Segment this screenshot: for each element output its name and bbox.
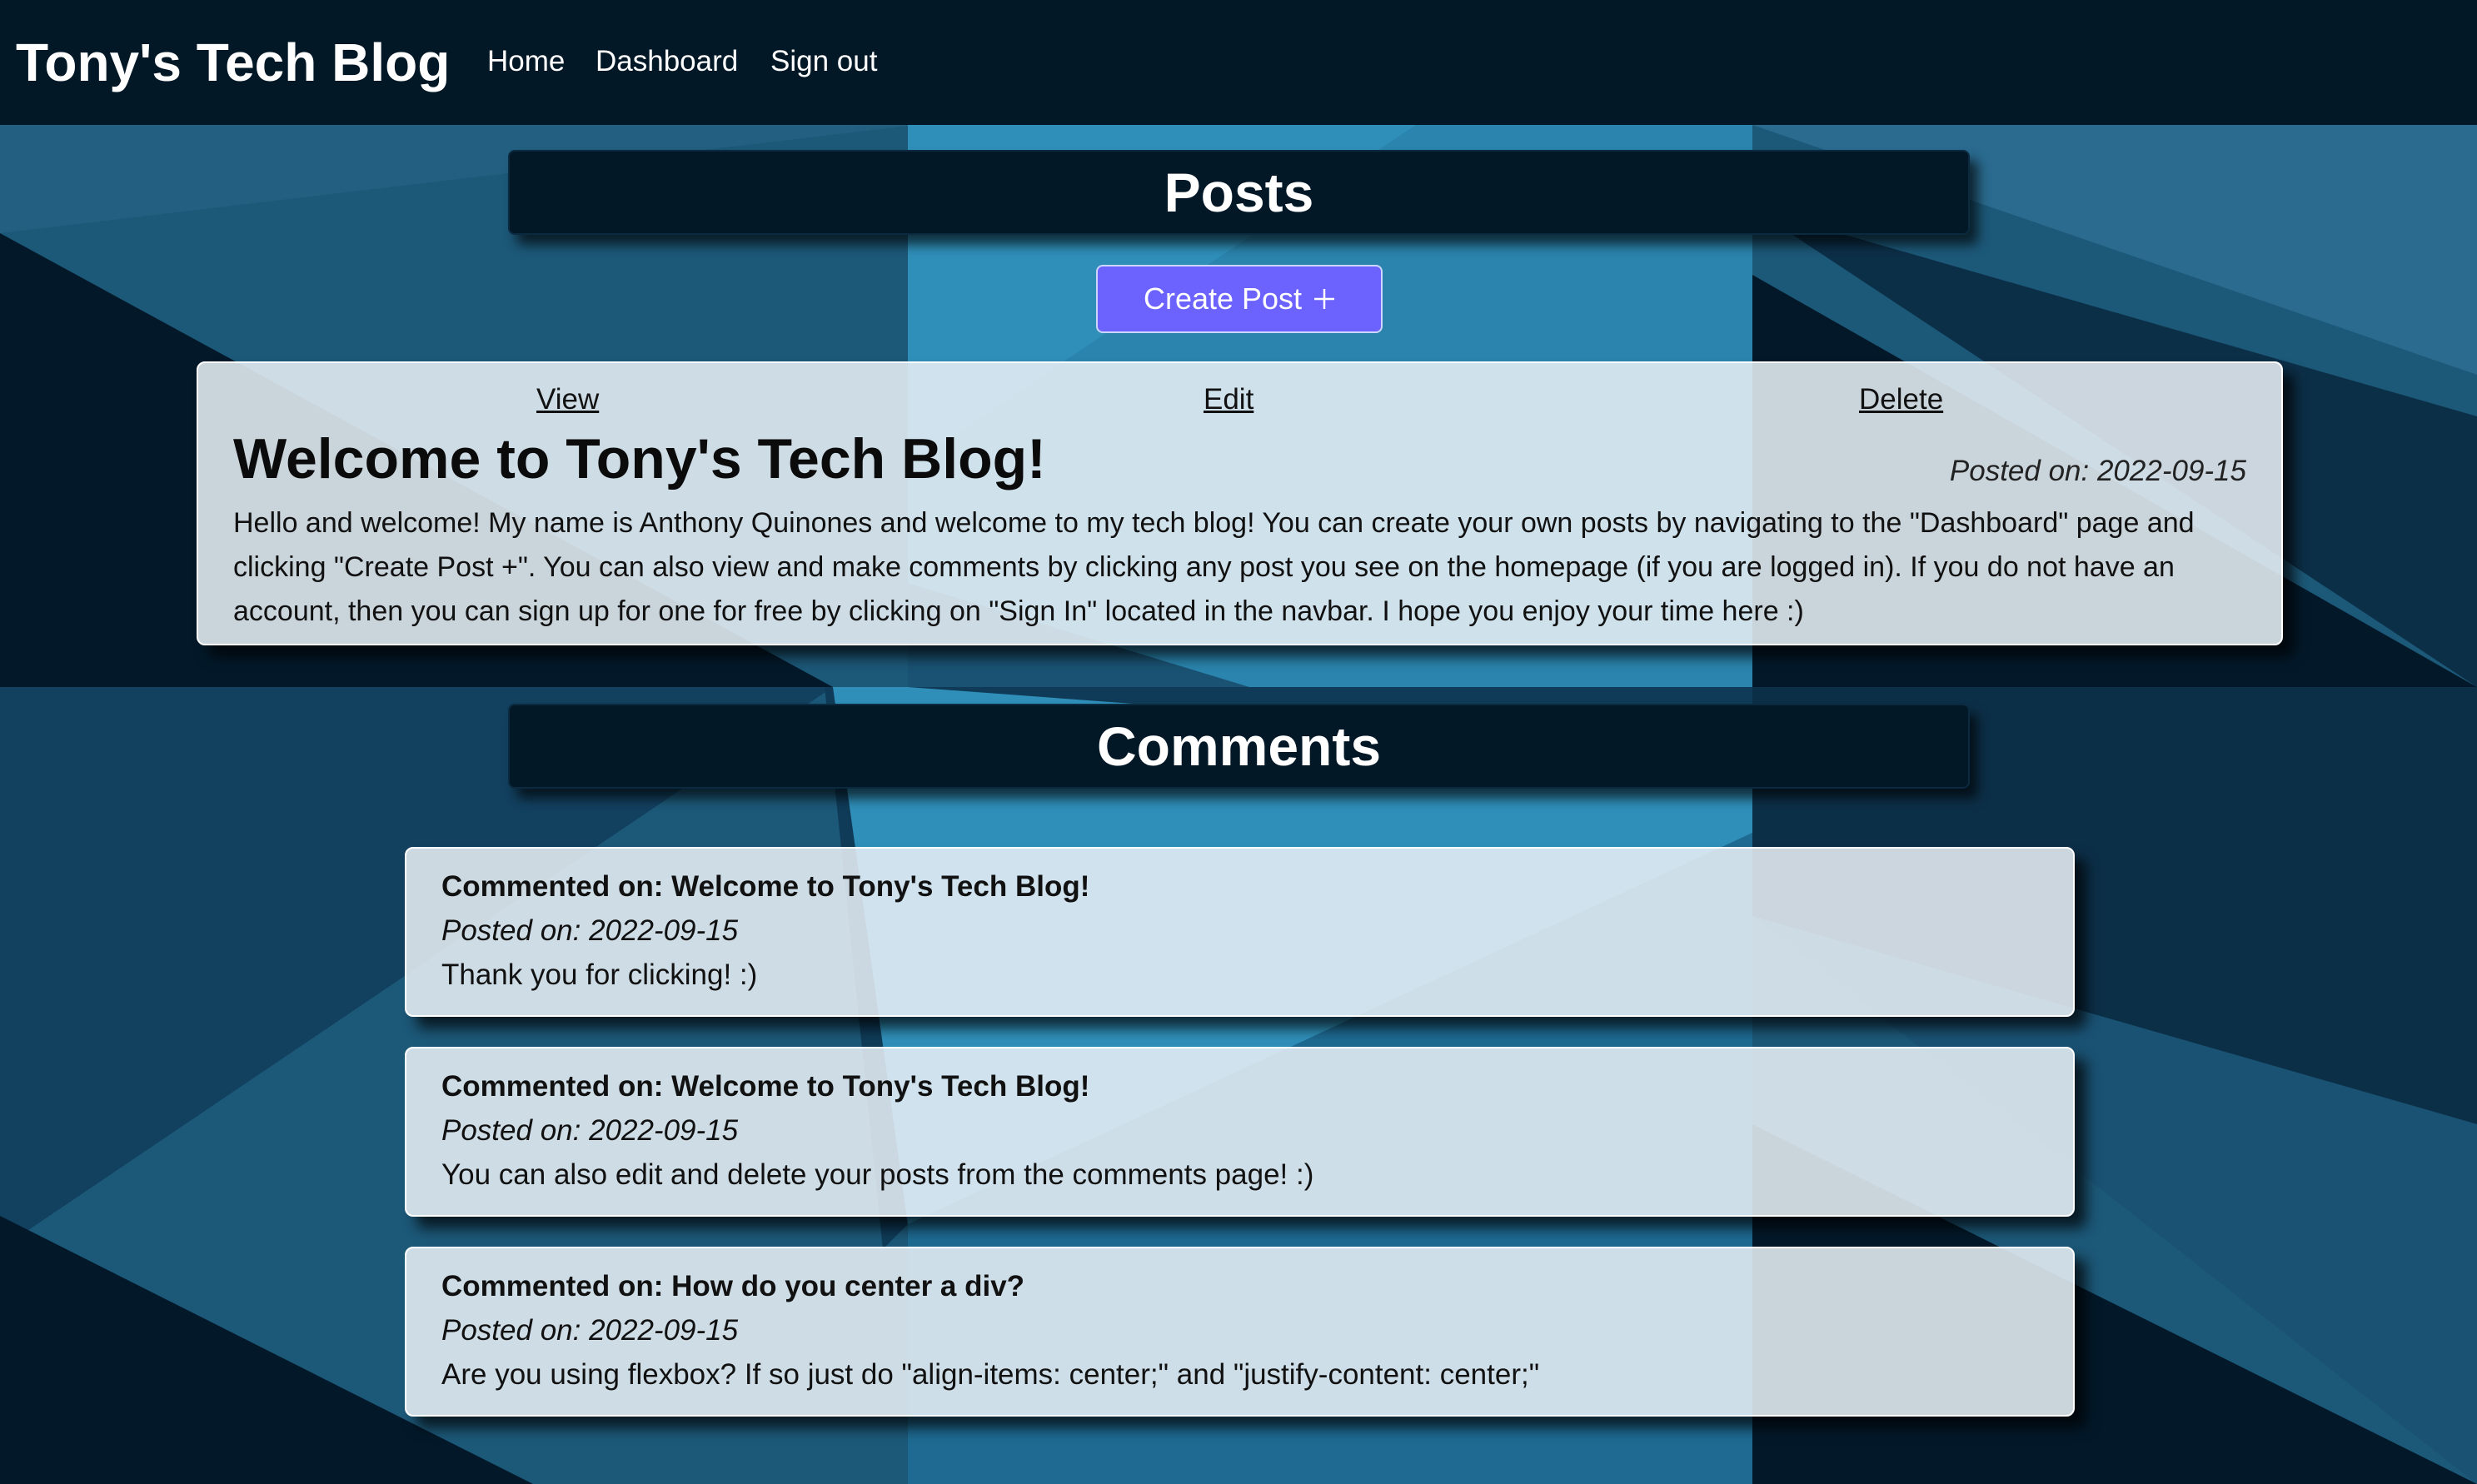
create-post-label: Create Post <box>1143 281 1303 316</box>
comments-header-bar: Comments <box>508 704 1970 789</box>
comment-card: Commented on: Welcome to Tony's Tech Blo… <box>405 1047 2075 1217</box>
view-post-link[interactable]: View <box>536 383 599 416</box>
comment-date: Posted on: 2022-09-15 <box>441 1314 739 1347</box>
post-title: Welcome to Tony's Tech Blog! <box>233 427 1046 491</box>
nav-link-dashboard[interactable]: Dashboard <box>596 37 738 87</box>
comment-text: Thank you for clicking! :) <box>441 959 758 991</box>
posts-heading: Posts <box>1164 162 1314 223</box>
nav-link-home[interactable]: Home <box>487 37 565 87</box>
comment-text: Are you using flexbox? If so just do "al… <box>441 1358 1540 1391</box>
navbar: Tony's Tech Blog Home Dashboard Sign out <box>0 0 2477 125</box>
delete-post-link[interactable]: Delete <box>1859 383 1943 416</box>
comments-heading: Comments <box>1096 715 1382 777</box>
comment-card: Commented on: How do you center a div? P… <box>405 1247 2075 1417</box>
post-date: Posted on: 2022-09-15 <box>1949 455 2246 487</box>
comment-heading: Commented on: How do you center a div? <box>441 1270 1025 1302</box>
comment-text: You can also edit and delete your posts … <box>441 1158 1314 1191</box>
comment-date: Posted on: 2022-09-15 <box>441 914 739 947</box>
plus-icon <box>1313 282 1335 316</box>
comment-date: Posted on: 2022-09-15 <box>441 1114 739 1147</box>
comment-card: Commented on: Welcome to Tony's Tech Blo… <box>405 847 2075 1017</box>
post-body: Hello and welcome! My name is Anthony Qu… <box>233 507 2195 627</box>
brand-title[interactable]: Tony's Tech Blog <box>16 25 450 100</box>
create-post-button[interactable]: Create Post <box>1096 265 1383 333</box>
comment-heading: Commented on: Welcome to Tony's Tech Blo… <box>441 870 1090 903</box>
post-card[interactable]: View Edit Delete Welcome to Tony's Tech … <box>197 361 2283 645</box>
posts-header-bar: Posts <box>508 150 1970 235</box>
edit-post-link[interactable]: Edit <box>1204 383 1253 416</box>
nav-link-sign-out[interactable]: Sign out <box>770 37 877 87</box>
comment-heading: Commented on: Welcome to Tony's Tech Blo… <box>441 1070 1090 1103</box>
